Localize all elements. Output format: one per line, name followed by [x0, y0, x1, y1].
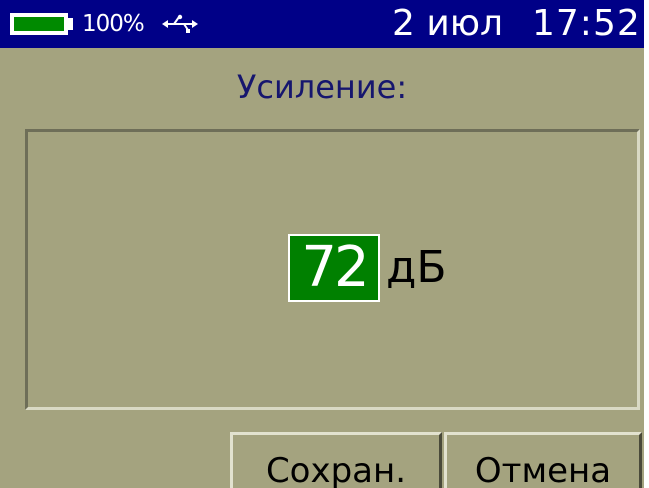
usb-icon — [162, 14, 198, 33]
battery-level-fill — [14, 17, 64, 31]
battery-icon — [10, 13, 68, 35]
save-button[interactable]: Сохран. — [230, 432, 442, 488]
cancel-button[interactable]: Отмена — [444, 432, 642, 488]
gain-value-field[interactable]: 72 — [288, 234, 380, 302]
gain-unit-label: дБ — [386, 242, 447, 293]
battery-percent: 100% — [82, 11, 145, 37]
status-time: 17:52 — [532, 3, 641, 44]
battery-tip — [68, 18, 73, 30]
status-bar: 100% 2 июл 17:52 — [0, 0, 644, 48]
page-title: Усиление: — [236, 68, 408, 106]
status-date: 2 июл — [392, 3, 504, 44]
device-screen: 100% 2 июл 17:52 Усиление: 72 дБ Сохран.… — [0, 0, 644, 488]
